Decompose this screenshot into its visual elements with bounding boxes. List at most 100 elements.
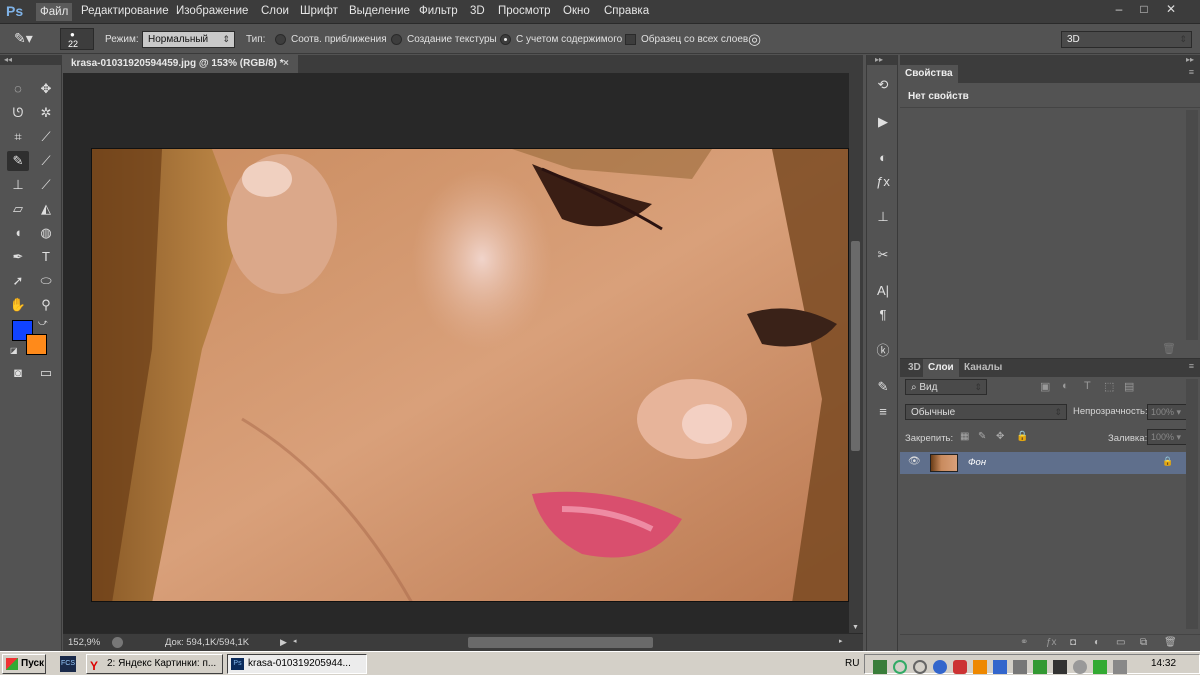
task-yandex[interactable]: Y 2: Яндекс Картинки: п...	[86, 654, 223, 674]
clone-source-icon[interactable]: ⊥	[872, 207, 894, 227]
blend-mode-select[interactable]: Обычные	[905, 404, 1067, 420]
move-tool-icon[interactable]: ✥	[35, 79, 57, 99]
spot-healing-tool-icon[interactable]: ✎	[7, 151, 29, 171]
brushes-icon[interactable]: ✎	[872, 377, 894, 397]
download-icon[interactable]	[1033, 660, 1047, 674]
menu-file[interactable]: Файл	[36, 3, 73, 21]
path-selection-tool-icon[interactable]: ➚	[7, 271, 29, 291]
workspace-select[interactable]: 3D	[1061, 31, 1192, 48]
sponge-tool-icon[interactable]: ◍	[35, 223, 57, 243]
horizontal-scroll-thumb[interactable]	[468, 637, 653, 648]
layers-scrollbar[interactable]	[1186, 379, 1198, 629]
lock-all-icon[interactable]: 🔒	[1016, 431, 1028, 442]
task-photoshop[interactable]: Ps krasa-010319205944...	[227, 654, 367, 674]
menu-3d[interactable]: 3D	[470, 5, 485, 17]
tab-properties[interactable]: Свойства	[900, 65, 958, 83]
collapse-icon[interactable]: ◂◂	[0, 55, 62, 65]
antivirus-icon[interactable]	[953, 660, 967, 674]
pen-tool-icon[interactable]: ✒	[7, 247, 29, 267]
menu-type[interactable]: Шрифт	[300, 5, 338, 17]
hand-tool-icon[interactable]: ✋	[7, 295, 29, 315]
zoom-tool-icon[interactable]: ⚲	[35, 295, 57, 315]
language-indicator[interactable]: RU	[845, 658, 859, 669]
quick-mask-icon[interactable]: ◙	[7, 363, 29, 383]
default-colors-icon[interactable]: ◪	[10, 346, 18, 355]
menu-window[interactable]: Окно	[563, 5, 590, 17]
brush-presets-icon[interactable]: ≡	[872, 402, 894, 422]
radio-texture[interactable]	[391, 34, 402, 45]
link-layers-icon[interactable]: ⚭	[1020, 637, 1028, 648]
actions-icon[interactable]: ▶	[872, 112, 894, 132]
spot-healing-brush-icon[interactable]: ✎▾	[14, 30, 44, 48]
scroll-left-icon[interactable]: ◂	[293, 637, 297, 645]
nvidia-icon[interactable]	[873, 660, 887, 674]
maximize-button[interactable]: □	[1133, 2, 1155, 18]
layer-row[interactable]: 👁 Фон 🔒	[900, 452, 1186, 474]
menu-help[interactable]: Справка	[604, 5, 649, 17]
document-tab[interactable]: krasa-01031920594459.jpg @ 153% (RGB/8) …	[63, 55, 298, 73]
close-button[interactable]: ✕	[1160, 2, 1182, 18]
network-icon[interactable]	[893, 660, 907, 674]
layer-style-icon[interactable]: ƒx	[1046, 637, 1057, 648]
character-icon[interactable]: A|	[872, 281, 894, 301]
sync-icon[interactable]	[913, 660, 927, 674]
filter-smart-icon[interactable]: ▤	[1124, 380, 1134, 393]
paragraph-icon[interactable]: ¶	[872, 305, 894, 325]
history-brush-tool-icon[interactable]: ⟋	[35, 175, 57, 195]
clock-sync-icon[interactable]	[1073, 660, 1087, 674]
menu-layers[interactable]: Слои	[261, 5, 289, 17]
sample-all-checkbox[interactable]	[625, 34, 636, 45]
history-icon[interactable]: ⟲	[872, 75, 894, 95]
tool-presets-icon[interactable]: ✂	[872, 245, 894, 265]
eraser-tool-icon[interactable]: ▱	[7, 199, 29, 219]
update-icon[interactable]	[973, 660, 987, 674]
paint-bucket-tool-icon[interactable]: ◭	[35, 199, 57, 219]
tab-channels[interactable]: Каналы	[959, 359, 1007, 377]
menu-edit[interactable]: Редактирование	[81, 5, 169, 17]
kuler-icon[interactable]: ⓚ	[872, 341, 894, 361]
menu-image[interactable]: Изображение	[176, 5, 248, 17]
lasso-tool-icon[interactable]: ᘎ	[7, 103, 29, 123]
lock-position-icon[interactable]: ✥	[996, 431, 1004, 442]
type-tool-icon[interactable]: T	[35, 247, 57, 267]
close-tab-icon[interactable]: ×	[283, 55, 289, 73]
blur-tool-icon[interactable]: ◖	[7, 223, 29, 243]
tray-app-icon[interactable]	[1093, 660, 1107, 674]
delete-layer-icon[interactable]: 🗑	[1164, 637, 1177, 648]
trash-icon[interactable]: 🗑	[1162, 342, 1176, 355]
canvas-area[interactable]	[63, 73, 849, 633]
brush-preset-picker[interactable]: ● 22	[60, 28, 94, 50]
monitor-icon[interactable]	[1013, 660, 1027, 674]
props-collapse-icon[interactable]: ▸▸	[900, 55, 1200, 65]
add-mask-icon[interactable]: ◘	[1070, 637, 1076, 648]
mode-select[interactable]: Нормальный	[142, 31, 235, 48]
adjustment-layer-icon[interactable]: ◐	[1094, 637, 1100, 648]
volume-icon[interactable]	[1113, 660, 1127, 674]
scroll-right-icon[interactable]: ▸	[839, 637, 843, 645]
props-scrollbar[interactable]	[1186, 110, 1198, 340]
eyedropper-tool-icon[interactable]: ⟋	[35, 127, 57, 147]
strip-collapse-icon[interactable]: ▸▸	[867, 55, 897, 65]
pressure-size-icon[interactable]: ◎	[748, 30, 761, 48]
ellipse-tool-icon[interactable]: ⬭	[35, 271, 57, 291]
clone-stamp-tool-icon[interactable]: ⊥	[7, 175, 29, 195]
vertical-scrollbar[interactable]: ▼	[849, 73, 863, 633]
visibility-eye-icon[interactable]: 👁	[908, 456, 921, 467]
radio-content-aware[interactable]	[500, 34, 511, 45]
radio-proximity[interactable]	[275, 34, 286, 45]
lock-transparent-icon[interactable]: ▦	[960, 431, 969, 442]
status-menu-icon[interactable]: ▶	[280, 637, 287, 648]
crop-tool-icon[interactable]: ⌗	[7, 127, 29, 147]
screen-mode-icon[interactable]: ▭	[35, 363, 57, 383]
minimize-button[interactable]: –	[1108, 2, 1130, 18]
quicklaunch-ps-icon[interactable]: FCS	[60, 656, 76, 672]
tab-layers[interactable]: Слои	[923, 359, 959, 377]
magic-wand-tool-icon[interactable]: ✲	[35, 103, 57, 123]
vertical-scroll-thumb[interactable]	[851, 241, 860, 451]
menu-view[interactable]: Просмотр	[498, 5, 551, 17]
styles-icon[interactable]: ƒx	[872, 172, 894, 192]
marquee-tool-icon[interactable]: ◌	[7, 79, 29, 99]
brush-tool-icon[interactable]: ⟋	[35, 151, 57, 171]
task-manager-icon[interactable]	[1053, 660, 1067, 674]
document-image[interactable]	[91, 148, 849, 602]
